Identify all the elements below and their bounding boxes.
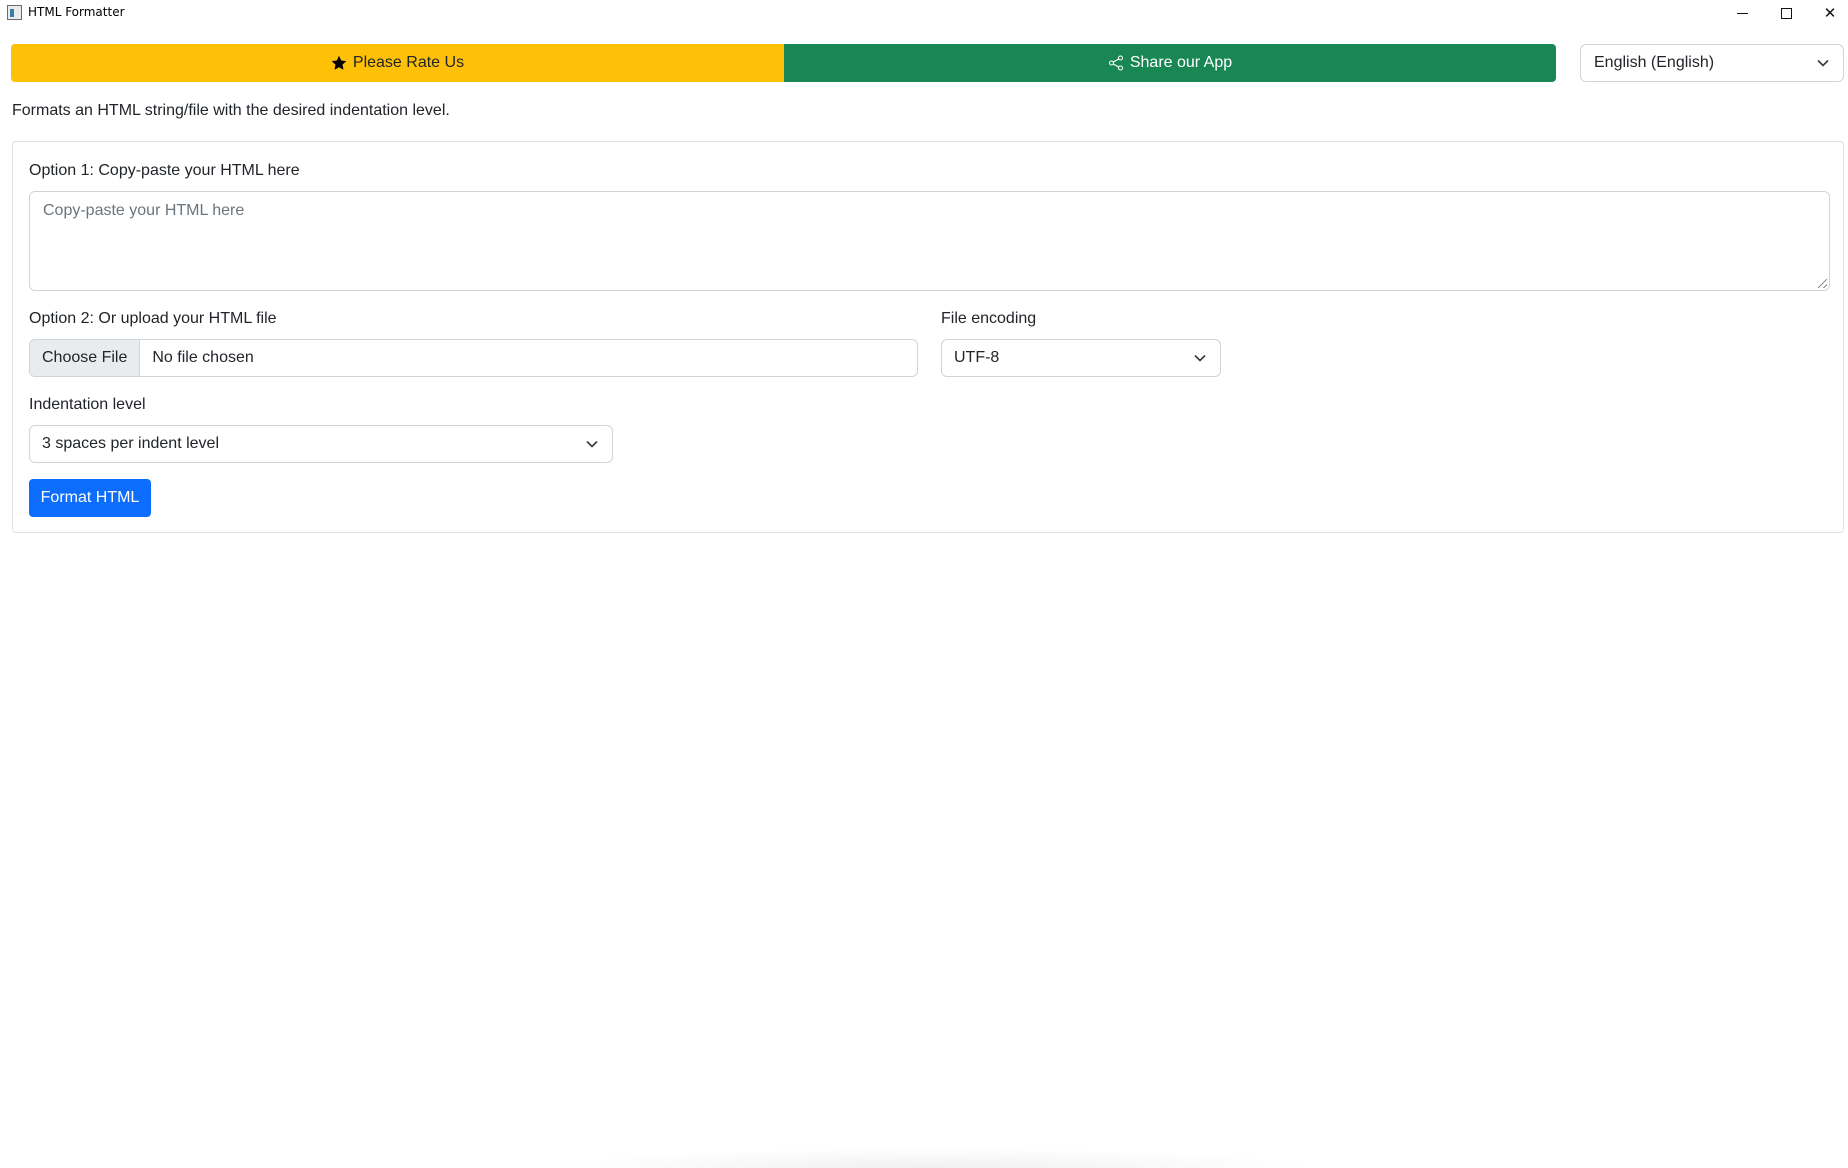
chevron-down-icon bbox=[586, 435, 598, 453]
language-selected-value: English (English) bbox=[1594, 54, 1715, 71]
file-status-text: No file chosen bbox=[152, 349, 254, 366]
share-app-button[interactable]: Share our App bbox=[784, 44, 1556, 82]
window-titlebar: HTML Formatter ✕ bbox=[0, 0, 1848, 26]
choose-file-button[interactable]: Choose File bbox=[30, 340, 141, 376]
share-app-label: Share our App bbox=[1129, 54, 1233, 71]
indentation-selected-value: 3 spaces per indent level bbox=[42, 435, 219, 452]
close-icon: ✕ bbox=[1823, 4, 1837, 22]
chevron-down-icon bbox=[1194, 349, 1206, 367]
rate-us-button[interactable]: Please Rate Us bbox=[11, 44, 784, 82]
option1-label: Option 1: Copy-paste your HTML here bbox=[29, 162, 300, 179]
format-html-button[interactable]: Format HTML bbox=[29, 479, 151, 517]
app-icon bbox=[7, 5, 22, 20]
maximize-icon bbox=[1780, 7, 1792, 19]
html-input-placeholder: Copy-paste your HTML here bbox=[43, 202, 245, 219]
page-description: Formats an HTML string/file with the des… bbox=[12, 102, 450, 119]
file-upload-input[interactable]: Choose File No file chosen bbox=[29, 339, 918, 377]
chevron-down-icon bbox=[1817, 54, 1829, 72]
maximize-button[interactable] bbox=[1764, 0, 1808, 26]
encoding-select[interactable]: UTF-8 bbox=[941, 339, 1221, 377]
minimize-icon bbox=[1736, 12, 1748, 14]
formatter-card: Option 1: Copy-paste your HTML here Copy… bbox=[12, 141, 1844, 533]
html-input-textarea[interactable]: Copy-paste your HTML here bbox=[29, 191, 1830, 291]
resize-handle-icon[interactable] bbox=[1818, 279, 1827, 288]
language-select[interactable]: English (English) bbox=[1580, 44, 1844, 82]
window-title: HTML Formatter bbox=[28, 5, 125, 19]
close-button[interactable]: ✕ bbox=[1808, 0, 1848, 26]
indentation-select[interactable]: 3 spaces per indent level bbox=[29, 425, 613, 463]
indentation-label: Indentation level bbox=[29, 396, 146, 413]
bottom-shadow bbox=[540, 1148, 1320, 1168]
option2-label: Option 2: Or upload your HTML file bbox=[29, 310, 277, 327]
encoding-selected-value: UTF-8 bbox=[954, 349, 1000, 366]
rate-us-label: Please Rate Us bbox=[352, 54, 465, 71]
minimize-button[interactable] bbox=[1720, 0, 1764, 26]
share-icon bbox=[1108, 55, 1124, 71]
encoding-label: File encoding bbox=[941, 310, 1037, 327]
star-icon bbox=[331, 55, 347, 71]
